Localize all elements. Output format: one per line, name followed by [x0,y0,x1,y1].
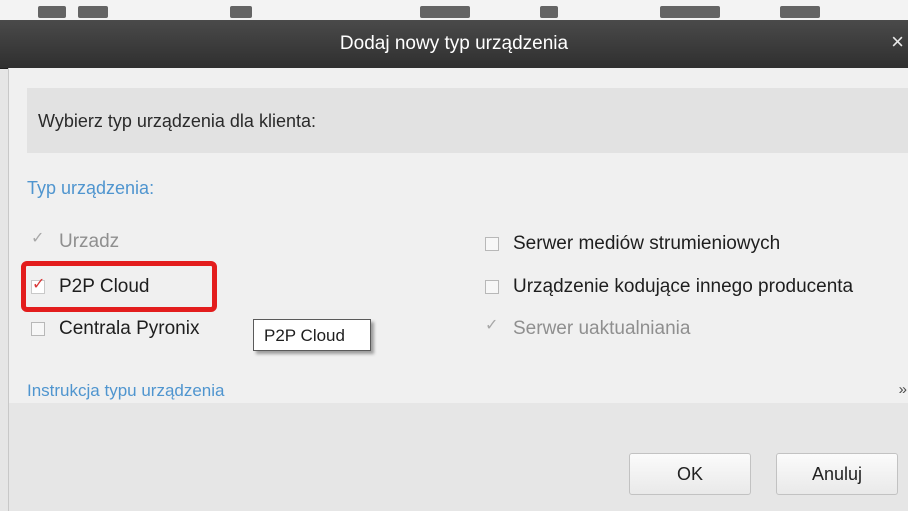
checkbox-streaming-media-server[interactable] [485,237,499,251]
background-blob [780,6,820,18]
option-label: Serwer uaktualniania [513,318,691,339]
instructions-label: Instrukcja typu urządzenia [27,381,225,400]
option-urzadz: ✓ Urzadz [31,230,120,253]
background-blob [230,6,252,18]
background-blob [78,6,108,18]
ok-button[interactable]: OK [629,453,751,495]
checkbox-urzadz: ✓ [31,230,45,249]
dialog-titlebar[interactable]: Dodaj nowy typ urządzenia × [0,20,908,69]
checkmark-icon: ✓ [31,230,45,247]
checkmark-icon: ✓ [485,317,499,334]
checkbox-third-party-encoder[interactable] [485,280,499,294]
option-centrala-pyronix[interactable]: Centrala Pyronix [31,318,199,340]
checkbox-upgrade-server: ✓ [485,317,499,336]
double-chevron-down-icon[interactable]: » [899,381,907,398]
device-type-section-label: Typ urządzenia: [27,178,155,198]
add-device-type-dialog: Wybierz typ urządzenia dla klienta: Typ … [8,68,908,511]
background-blob [38,6,66,18]
background-blob [540,6,558,18]
cancel-button[interactable]: Anuluj [776,453,898,495]
background-blob [420,6,470,18]
option-streaming-media-server[interactable]: Serwer mediów strumieniowych [485,233,780,255]
option-label: Urządzenie kodujące innego producenta [513,276,854,297]
option-label: Centrala Pyronix [59,318,200,339]
close-icon[interactable]: × [891,31,904,53]
background-blob [660,6,720,18]
option-upgrade-server: ✓ Serwer uaktualniania [485,317,691,340]
tooltip: P2P Cloud [253,319,371,351]
button-bar [9,403,908,511]
dialog-title: Dodaj nowy typ urządzenia [339,33,569,54]
option-label: Urzadz [59,231,120,252]
background-app-strip [0,0,908,20]
prompt-text: Wybierz typ urządzenia dla klienta: [38,111,316,131]
highlight-annotation [21,261,217,312]
option-label: Serwer mediów strumieniowych [513,233,781,254]
prompt-panel: Wybierz typ urządzenia dla klienta: [27,88,908,153]
option-third-party-encoder[interactable]: Urządzenie kodujące innego producenta [485,276,853,298]
checkbox-centrala-pyronix[interactable] [31,322,45,336]
